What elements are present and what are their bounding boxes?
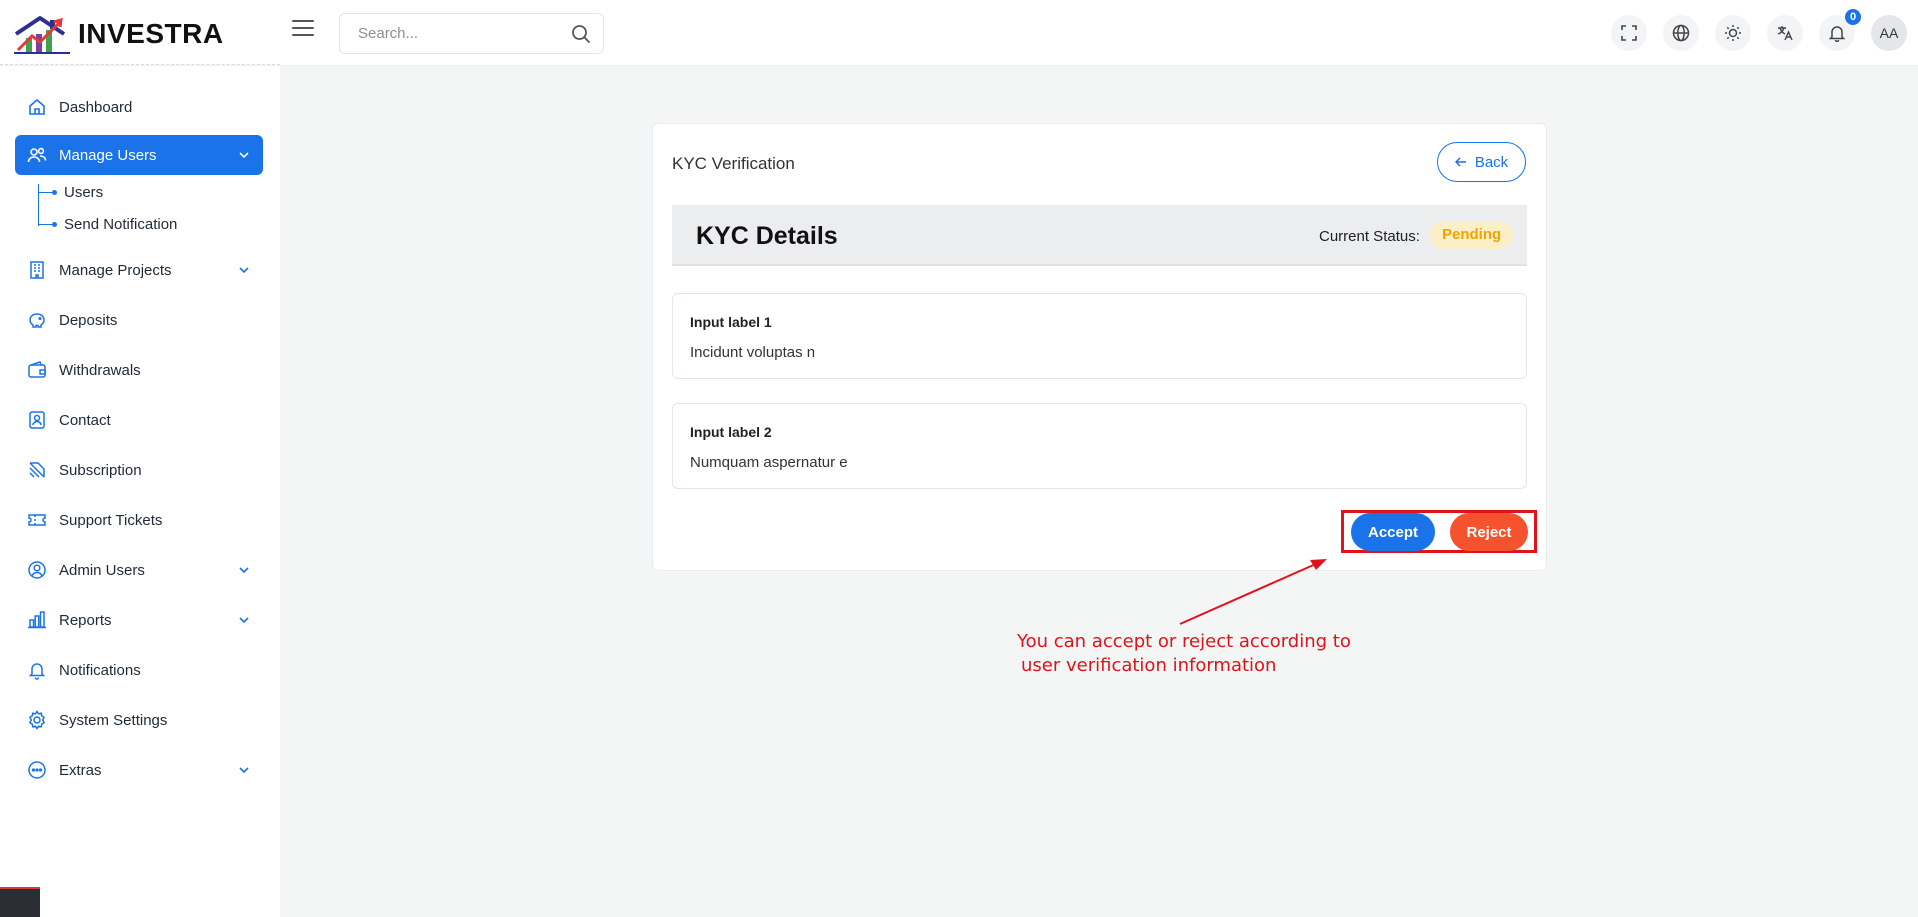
globe-icon	[1672, 24, 1690, 42]
sun-icon	[1725, 25, 1741, 41]
sidebar-item-label: Dashboard	[59, 98, 133, 116]
brand-name: INVESTRA	[78, 18, 224, 49]
ticket-icon	[28, 514, 46, 526]
theme-toggle-button[interactable]	[1715, 15, 1751, 51]
kyc-field: Input label 2 Numquam aspernatur e	[672, 403, 1527, 489]
users-icon	[27, 147, 47, 163]
back-button-label: Back	[1474, 153, 1509, 171]
sidebar-item-admin-users[interactable]: Admin Users	[15, 550, 263, 590]
status-badge: Pending	[1430, 221, 1514, 249]
gear-icon	[28, 710, 46, 730]
sidebar-subitem-users[interactable]: Users	[64, 184, 103, 201]
reject-button[interactable]: Reject	[1450, 513, 1528, 551]
sidebar-item-withdrawals[interactable]: Withdrawals	[15, 350, 263, 390]
sidebar-item-notifications[interactable]: Notifications	[15, 650, 263, 690]
field-value: Incidunt voluptas n	[690, 344, 816, 361]
contact-icon	[29, 411, 45, 429]
sidebar-item-label: Manage Users	[59, 146, 157, 164]
notifications-button[interactable]: 0	[1819, 9, 1861, 51]
submenu-branch	[39, 192, 53, 193]
sidebar-item-reports[interactable]: Reports	[15, 600, 263, 640]
chevron-down-icon	[239, 617, 249, 624]
field-value: Numquam aspernatur e	[690, 454, 848, 471]
subscription-icon	[29, 462, 45, 478]
annotation-line: user verification information	[1021, 655, 1277, 676]
logo-house-chart-icon	[14, 16, 70, 54]
home-icon	[29, 98, 45, 115]
divider	[0, 64, 280, 65]
piggy-bank-icon	[29, 313, 45, 328]
sidebar-item-system-settings[interactable]: System Settings	[15, 700, 263, 740]
building-icon	[30, 261, 44, 279]
submenu-tree-line	[38, 184, 40, 226]
sidebar-item-support-tickets[interactable]: Support Tickets	[15, 500, 263, 540]
annotation-note: You can accept or reject according to us…	[1017, 630, 1351, 678]
menu-toggle-icon[interactable]	[292, 20, 314, 38]
submenu-bullet	[52, 222, 57, 227]
search-box	[339, 13, 604, 54]
sidebar-item-label: Withdrawals	[59, 361, 141, 379]
more-circle-icon	[28, 761, 46, 779]
sidebar-item-extras[interactable]: Extras	[15, 750, 263, 790]
sidebar-item-label: Contact	[59, 411, 111, 429]
field-label: Input label 2	[690, 424, 772, 440]
notification-count-badge: 0	[1845, 9, 1861, 25]
translate-icon	[1777, 26, 1793, 41]
top-bar: INVESTRA 0	[0, 0, 1918, 66]
fullscreen-icon	[1621, 25, 1637, 41]
search-icon[interactable]	[571, 24, 591, 44]
sidebar-subitem-send-notification[interactable]: Send Notification	[64, 216, 177, 233]
sidebar-item-manage-users[interactable]: Manage Users	[15, 135, 263, 175]
sidebar-item-deposits[interactable]: Deposits	[15, 300, 263, 340]
bell-icon	[1828, 26, 1846, 42]
chevron-down-icon	[239, 567, 249, 574]
avatar[interactable]: AA	[1871, 15, 1907, 51]
sidebar-item-label: Reports	[59, 611, 112, 629]
chevron-down-icon	[239, 767, 249, 774]
translate-button[interactable]	[1767, 15, 1803, 51]
search-input[interactable]	[340, 14, 550, 53]
fullscreen-button[interactable]	[1611, 15, 1647, 51]
sidebar-item-label: Admin Users	[59, 561, 145, 579]
sidebar-item-label: System Settings	[59, 711, 168, 729]
brand-logo[interactable]: INVESTRA	[14, 14, 224, 54]
sidebar-item-label: Notifications	[59, 661, 141, 679]
status-label: Current Status:	[1319, 228, 1420, 245]
submenu-bullet	[52, 190, 57, 195]
kyc-details-header: KYC Details Current Status: Pending	[672, 205, 1527, 266]
accept-button[interactable]: Accept	[1351, 513, 1435, 551]
sidebar-item-label: Support Tickets	[59, 511, 163, 529]
bar-chart-icon	[28, 611, 46, 629]
sidebar-item-manage-projects[interactable]: Manage Projects	[15, 250, 263, 290]
sidebar-item-subscription[interactable]: Subscription	[15, 450, 263, 490]
kyc-verification-card: KYC Verification Back KYC Details Curren…	[652, 123, 1547, 571]
bell-icon	[28, 663, 46, 680]
sidebar-item-label: Deposits	[59, 311, 118, 329]
field-label: Input label 1	[690, 314, 772, 330]
sidebar-item-contact[interactable]: Contact	[15, 400, 263, 440]
submenu-branch	[39, 224, 53, 225]
chevron-down-icon	[239, 267, 249, 274]
admin-user-icon	[28, 561, 46, 579]
arrow-left-icon	[1454, 157, 1466, 167]
annotation-line: You can accept or reject according to	[1017, 631, 1351, 652]
sidebar: Dashboard Manage Users Users Send Notifi…	[0, 66, 280, 917]
language-globe-button[interactable]	[1663, 15, 1699, 51]
back-button[interactable]: Back	[1437, 142, 1526, 182]
page-title: KYC Verification	[672, 154, 795, 173]
kyc-field: Input label 1 Incidunt voluptas n	[672, 293, 1527, 379]
sidebar-item-dashboard[interactable]: Dashboard	[15, 87, 263, 127]
wallet-icon	[28, 361, 46, 378]
debug-toolbar-icon[interactable]	[0, 887, 40, 917]
chevron-down-icon	[239, 152, 249, 159]
section-title: KYC Details	[696, 222, 838, 250]
sidebar-item-label: Extras	[59, 761, 102, 779]
sidebar-item-label: Subscription	[59, 461, 142, 479]
sidebar-item-label: Manage Projects	[59, 261, 172, 279]
